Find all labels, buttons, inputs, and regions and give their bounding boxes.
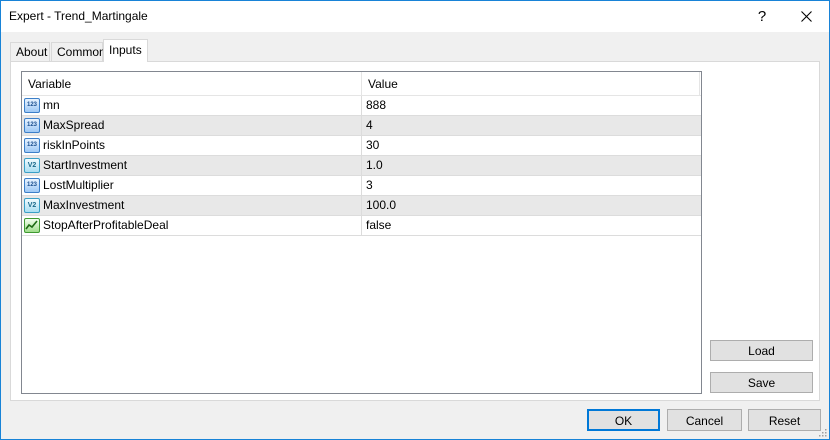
table-row[interactable]: 123 LostMultiplier 3 <box>22 176 701 196</box>
integer-icon: 123 <box>24 98 40 113</box>
grid-rows: 123 mn 888 123 MaxSpread 4 123 riskInPoi… <box>22 96 701 236</box>
value-cell[interactable]: 30 <box>363 136 379 155</box>
tab-about[interactable]: About <box>10 42 50 62</box>
table-row[interactable]: 123 MaxSpread 4 <box>22 116 701 136</box>
value-cell[interactable]: 888 <box>363 96 386 115</box>
column-header-value[interactable]: Value <box>362 72 701 96</box>
variable-name: MaxInvestment <box>43 198 125 212</box>
inputs-panel: Variable Value 123 mn 888 123 MaxSpread <box>10 61 820 401</box>
variable-cell: V2 StartInvestment <box>22 156 362 175</box>
window-title: Expert - Trend_Martingale <box>9 9 148 23</box>
value-cell[interactable]: 100.0 <box>363 196 396 215</box>
variable-cell: V2 MaxInvestment <box>22 196 362 215</box>
help-button[interactable]: ? <box>739 1 785 32</box>
variable-cell: 123 MaxSpread <box>22 116 362 135</box>
expert-properties-dialog: Expert - Trend_Martingale ? About Common… <box>0 0 830 440</box>
variable-name: StartInvestment <box>43 158 128 172</box>
table-row[interactable]: V2 StartInvestment 1.0 <box>22 156 701 176</box>
integer-icon: 123 <box>24 118 40 133</box>
integer-icon: 123 <box>24 178 40 193</box>
load-button[interactable]: Load <box>710 340 813 361</box>
table-row[interactable]: StopAfterProfitableDeal false <box>22 216 701 236</box>
variable-name: mn <box>43 98 60 112</box>
tab-inputs[interactable]: Inputs <box>103 39 148 62</box>
close-icon <box>800 11 812 22</box>
grid-header: Variable Value <box>22 72 701 96</box>
variable-cell: 123 LostMultiplier <box>22 176 362 195</box>
resize-grip-icon[interactable] <box>817 427 827 437</box>
cancel-button[interactable]: Cancel <box>667 409 742 431</box>
integer-icon: 123 <box>24 138 40 153</box>
save-button[interactable]: Save <box>710 372 813 393</box>
table-row[interactable]: V2 MaxInvestment 100.0 <box>22 196 701 216</box>
variable-name: StopAfterProfitableDeal <box>43 218 169 232</box>
double-icon: V2 <box>24 198 40 213</box>
value-cell[interactable]: 4 <box>363 116 373 135</box>
variable-name: MaxSpread <box>43 118 105 132</box>
value-cell[interactable]: false <box>363 216 391 235</box>
variable-cell: 123 riskInPoints <box>22 136 362 155</box>
variable-cell: StopAfterProfitableDeal <box>22 216 362 235</box>
close-button[interactable] <box>783 1 829 32</box>
variable-cell: 123 mn <box>22 96 362 115</box>
reset-button[interactable]: Reset <box>748 409 821 431</box>
inputs-grid[interactable]: Variable Value 123 mn 888 123 MaxSpread <box>21 71 702 394</box>
column-header-variable[interactable]: Variable <box>22 72 362 96</box>
title-bar[interactable]: Expert - Trend_Martingale ? <box>1 1 829 32</box>
header-divider <box>699 72 700 96</box>
table-row[interactable]: 123 mn 888 <box>22 96 701 116</box>
variable-name: riskInPoints <box>43 138 106 152</box>
boolean-icon <box>24 218 40 233</box>
tab-common[interactable]: Common <box>51 42 106 62</box>
value-cell[interactable]: 1.0 <box>363 156 383 175</box>
variable-name: LostMultiplier <box>43 178 114 192</box>
ok-button[interactable]: OK <box>587 409 660 431</box>
value-cell[interactable]: 3 <box>363 176 373 195</box>
table-row[interactable]: 123 riskInPoints 30 <box>22 136 701 156</box>
double-icon: V2 <box>24 158 40 173</box>
